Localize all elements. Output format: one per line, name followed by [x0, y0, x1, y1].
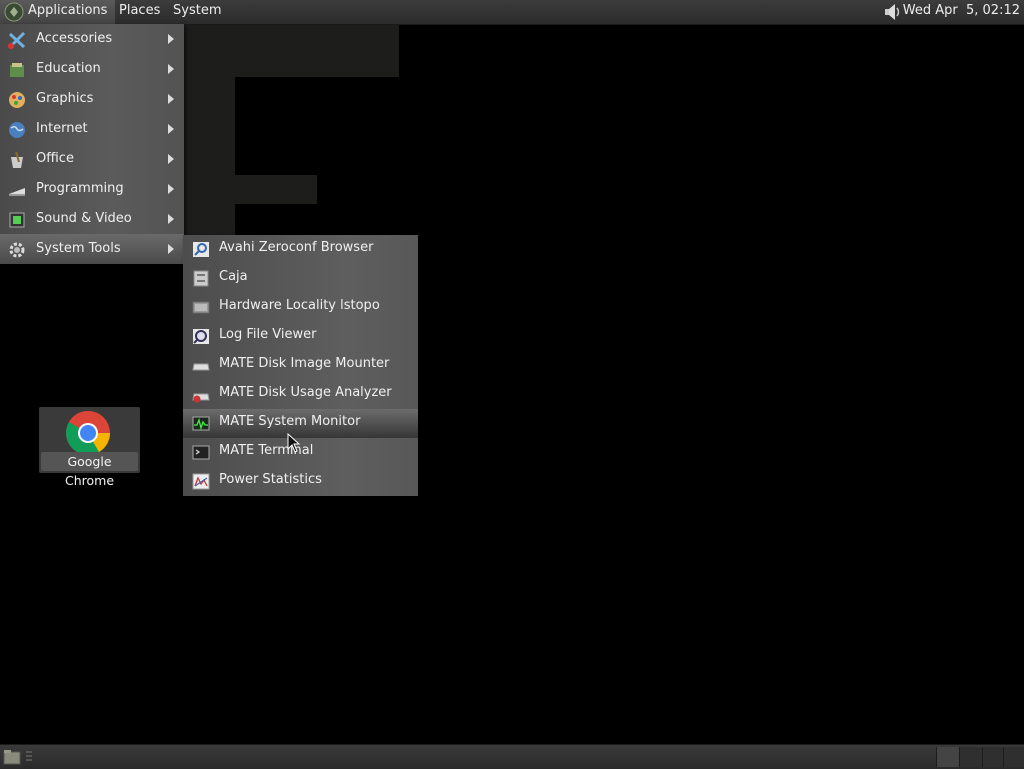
submenu-item-label: MATE Disk Usage Analyzer [219, 385, 392, 400]
disk-usage-icon [192, 393, 210, 403]
submenu-item-label: Power Statistics [219, 472, 322, 487]
hardware-icon [192, 301, 210, 314]
submenu-item-label: Avahi Zeroconf Browser [219, 240, 374, 255]
menu-item-programming[interactable]: Programming [0, 174, 184, 204]
menu-item-label: Accessories [36, 31, 113, 46]
programming-icon [9, 188, 25, 196]
submenu-arrow-icon [168, 244, 174, 254]
show-desktop-icon[interactable] [3, 749, 21, 765]
menu-item-label: Sound & Video [36, 211, 132, 226]
workspace-4[interactable] [1003, 747, 1024, 767]
avahi-icon [193, 242, 209, 257]
applications-menu-label: Applications [28, 3, 108, 18]
graphics-icon [9, 92, 25, 108]
submenu-item-label: Caja [219, 269, 248, 284]
chrome-icon [66, 411, 110, 455]
applications-dropdown: Accessories Education Graphics Internet … [0, 24, 184, 264]
submenu-arrow-icon [168, 94, 174, 104]
menu-item-label: Programming [36, 181, 124, 196]
submenu-item-caja[interactable]: Caja [183, 264, 418, 293]
places-menu-label: Places [119, 3, 161, 18]
accessories-icon [8, 31, 26, 49]
workspace-3[interactable] [982, 747, 1005, 767]
mate-logo-icon [4, 2, 24, 22]
menu-item-system-tools[interactable]: System Tools [0, 234, 184, 264]
power-stats-icon [192, 473, 210, 490]
menu-item-office[interactable]: Office [0, 144, 184, 174]
bottom-panel [0, 744, 1024, 769]
submenu-item-label: MATE Disk Image Mounter [219, 356, 390, 371]
volume-icon[interactable] [882, 2, 904, 22]
menu-item-label: Internet [36, 121, 88, 136]
terminal-icon [192, 445, 210, 460]
file-cabinet-icon [193, 270, 209, 287]
office-icon [11, 151, 23, 168]
system-monitor-icon [192, 416, 210, 431]
submenu-item-label: MATE System Monitor [219, 414, 361, 429]
submenu-arrow-icon [168, 184, 174, 194]
submenu-item-mate-disk-usage-analyzer[interactable]: MATE Disk Usage Analyzer [183, 380, 418, 409]
submenu-arrow-icon [168, 154, 174, 164]
desktop-icon-label: Google Chrome [41, 452, 138, 488]
background-window-shape [184, 24, 399, 77]
applications-menu[interactable]: Applications [0, 0, 116, 24]
submenu-item-hardware-locality-lstopo[interactable]: Hardware Locality lstopo [183, 293, 418, 322]
workspace-1[interactable] [936, 747, 959, 767]
places-menu[interactable]: Places [114, 0, 165, 24]
background-window-shape [184, 175, 317, 204]
clock[interactable]: Wed Apr 5, 02:12 [903, 0, 1020, 22]
submenu-arrow-icon [168, 34, 174, 44]
submenu-item-log-file-viewer[interactable]: Log File Viewer [183, 322, 418, 351]
workspace-2[interactable] [959, 747, 982, 767]
education-icon [10, 63, 24, 77]
system-tools-submenu: Avahi Zeroconf Browser Caja Hardware Loc… [183, 235, 418, 496]
internet-icon [9, 122, 25, 138]
menu-item-label: System Tools [36, 241, 121, 256]
desktop-icon-google-chrome[interactable]: Google Chrome [39, 407, 140, 488]
submenu-item-mate-disk-image-mounter[interactable]: MATE Disk Image Mounter [183, 351, 418, 380]
system-tools-icon [9, 242, 25, 258]
menu-item-internet[interactable]: Internet [0, 114, 184, 144]
panel-handle[interactable] [26, 751, 32, 763]
sound-video-icon [9, 212, 25, 228]
submenu-arrow-icon [168, 64, 174, 74]
submenu-item-label: Hardware Locality lstopo [219, 298, 380, 313]
system-menu[interactable]: System [168, 0, 226, 24]
menu-item-label: Graphics [36, 91, 94, 106]
menu-item-education[interactable]: Education [0, 54, 184, 84]
background-window-shape [184, 77, 235, 175]
submenu-item-avahi-zeroconf-browser[interactable]: Avahi Zeroconf Browser [183, 235, 418, 264]
submenu-item-power-statistics[interactable]: Power Statistics [183, 467, 418, 496]
menu-item-accessories[interactable]: Accessories [0, 24, 184, 54]
background-window-shape [184, 204, 235, 235]
submenu-arrow-icon [168, 214, 174, 224]
menu-item-graphics[interactable]: Graphics [0, 84, 184, 114]
disk-mounter-icon [192, 363, 210, 371]
menu-item-label: Office [36, 151, 74, 166]
mouse-cursor-icon [287, 433, 301, 453]
menu-item-sound-video[interactable]: Sound & Video [0, 204, 184, 234]
top-panel: Applications Places System Wed Apr 5, 02… [0, 0, 1024, 25]
system-menu-label: System [173, 3, 222, 18]
log-viewer-icon [193, 329, 209, 344]
submenu-arrow-icon [168, 124, 174, 134]
submenu-item-label: Log File Viewer [219, 327, 317, 342]
menu-item-label: Education [36, 61, 101, 76]
